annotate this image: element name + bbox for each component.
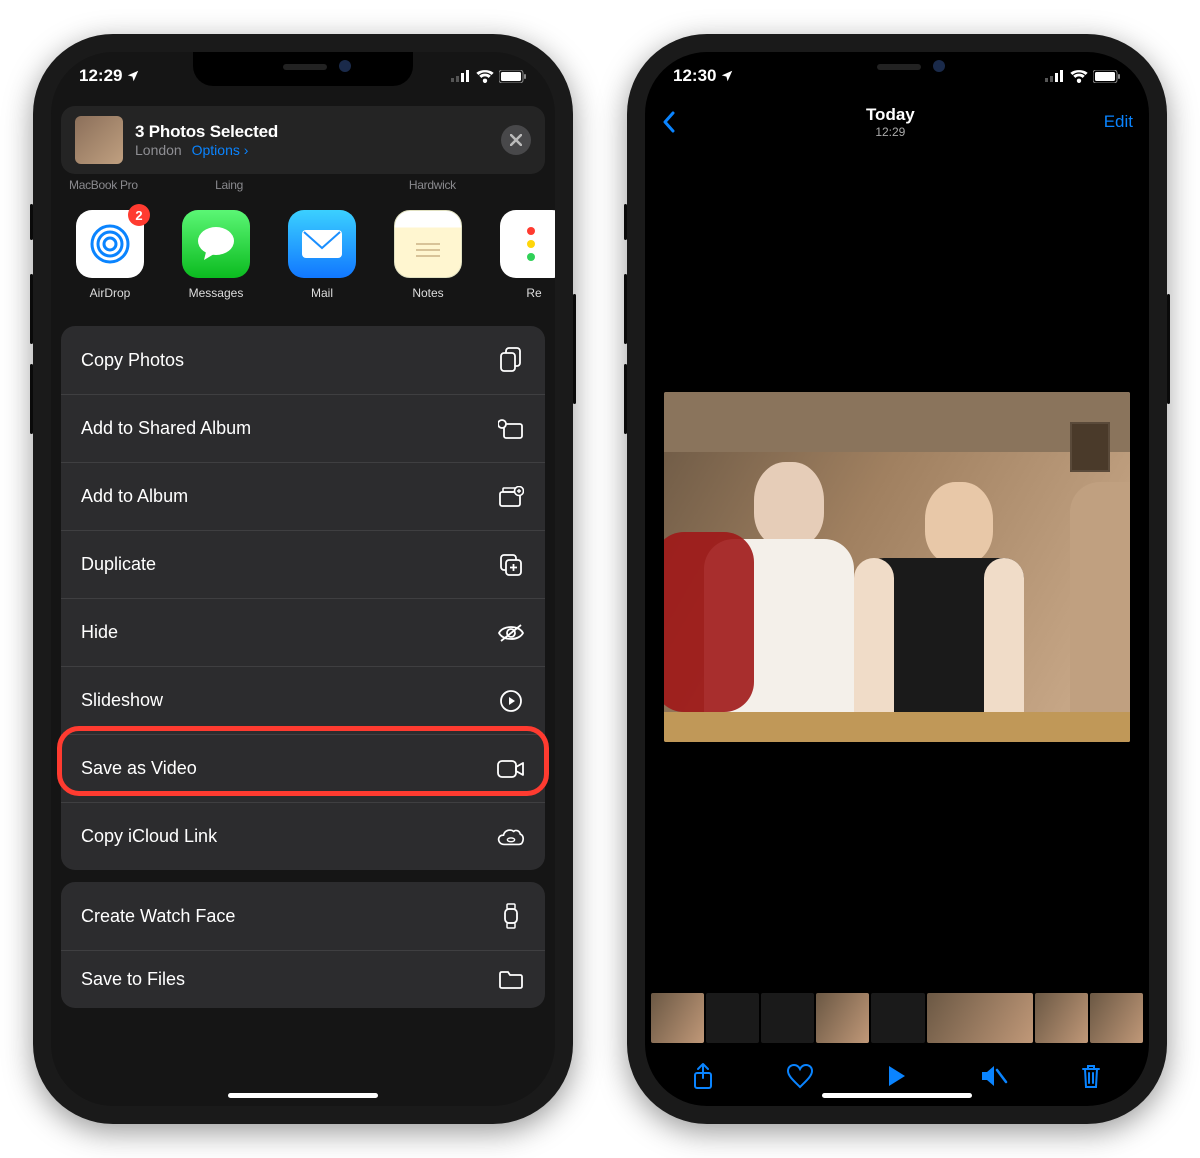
- folder-icon: [497, 966, 525, 994]
- battery-icon: [1093, 70, 1121, 83]
- photo-viewer[interactable]: [645, 144, 1149, 990]
- home-indicator[interactable]: [822, 1093, 972, 1098]
- hide-icon: [497, 619, 525, 647]
- favorite-button[interactable]: [785, 1061, 815, 1091]
- photo-main: [664, 392, 1130, 742]
- album-add-icon: [497, 483, 525, 511]
- share-sheet-header: 3 Photos Selected London Options ›: [61, 106, 545, 174]
- app-more[interactable]: Re: [493, 210, 555, 300]
- home-indicator[interactable]: [228, 1093, 378, 1098]
- app-airdrop[interactable]: 2 AirDrop: [69, 210, 151, 300]
- nav-bar: Today 12:29 Edit: [645, 100, 1149, 144]
- share-title: 3 Photos Selected: [135, 122, 489, 142]
- wifi-icon: [1070, 70, 1088, 83]
- share-button[interactable]: [688, 1061, 718, 1091]
- iphone-right: 12:30 Today 12:29 Edit: [627, 34, 1167, 1124]
- action-create-watch-face[interactable]: Create Watch Face: [61, 882, 545, 950]
- thumb-item[interactable]: [761, 993, 814, 1043]
- duplicate-icon: [497, 551, 525, 579]
- action-add-shared-album[interactable]: Add to Shared Album: [61, 394, 545, 462]
- action-list-secondary: Create Watch Face Save to Files: [61, 882, 545, 1008]
- airdrop-target[interactable]: MacBook Pro: [69, 178, 138, 192]
- airdrop-badge: 2: [128, 204, 150, 226]
- copy-icon: [497, 346, 525, 374]
- play-circle-icon: [497, 687, 525, 715]
- location-arrow-icon: [126, 69, 140, 83]
- edit-button[interactable]: Edit: [1104, 112, 1133, 132]
- app-mail[interactable]: Mail: [281, 210, 363, 300]
- video-icon: [497, 755, 525, 783]
- action-list: Copy Photos Add to Shared Album Add to A…: [61, 326, 545, 870]
- thumb-item[interactable]: [651, 993, 704, 1043]
- mute-button[interactable]: [979, 1061, 1009, 1091]
- status-time: 12:29: [79, 66, 122, 86]
- wifi-icon: [476, 70, 494, 83]
- airdrop-target[interactable]: Laing: [215, 178, 243, 192]
- thumb-item[interactable]: [706, 993, 759, 1043]
- status-time: 12:30: [673, 66, 716, 86]
- airdrop-icon: [87, 221, 133, 267]
- app-messages[interactable]: Messages: [175, 210, 257, 300]
- play-button[interactable]: [882, 1061, 912, 1091]
- more-icon: [527, 221, 541, 267]
- action-save-to-files[interactable]: Save to Files: [61, 950, 545, 1008]
- cloud-link-icon: [497, 823, 525, 851]
- trash-button[interactable]: [1076, 1061, 1106, 1091]
- action-add-album[interactable]: Add to Album: [61, 462, 545, 530]
- share-apps-row: 2 AirDrop Messages Mail Notes: [51, 192, 555, 320]
- mail-icon: [300, 228, 344, 260]
- share-location: London: [135, 142, 182, 158]
- messages-icon: [194, 224, 238, 264]
- thumb-item[interactable]: [816, 993, 869, 1043]
- battery-icon: [499, 70, 527, 83]
- close-button[interactable]: [501, 125, 531, 155]
- airdrop-target[interactable]: Hardwick: [409, 178, 456, 192]
- share-options-link[interactable]: Options ›: [192, 142, 249, 158]
- selection-thumbnail: [75, 116, 123, 164]
- iphone-left: 12:29 3 Photos Selected London Options ›: [33, 34, 573, 1124]
- thumb-item[interactable]: [1035, 993, 1088, 1043]
- action-hide[interactable]: Hide: [61, 598, 545, 666]
- action-duplicate[interactable]: Duplicate: [61, 530, 545, 598]
- airdrop-targets-row: MacBook Pro Laing --- Hardwick -: [51, 174, 555, 192]
- thumb-item[interactable]: [871, 993, 924, 1043]
- app-notes[interactable]: Notes: [387, 210, 469, 300]
- watch-icon: [497, 902, 525, 930]
- back-button[interactable]: [661, 110, 677, 134]
- notes-icon: [408, 224, 448, 264]
- action-slideshow[interactable]: Slideshow: [61, 666, 545, 734]
- shared-album-icon: [497, 415, 525, 443]
- cellular-icon: [1045, 70, 1065, 82]
- nav-title: Today 12:29: [677, 105, 1104, 139]
- action-save-as-video[interactable]: Save as Video: [61, 734, 545, 802]
- thumb-item[interactable]: [927, 993, 1033, 1043]
- thumbnail-strip[interactable]: [645, 990, 1149, 1046]
- thumb-item[interactable]: [1090, 993, 1143, 1043]
- action-copy-icloud-link[interactable]: Copy iCloud Link: [61, 802, 545, 870]
- location-arrow-icon: [720, 69, 734, 83]
- action-copy-photos[interactable]: Copy Photos: [61, 326, 545, 394]
- cellular-icon: [451, 70, 471, 82]
